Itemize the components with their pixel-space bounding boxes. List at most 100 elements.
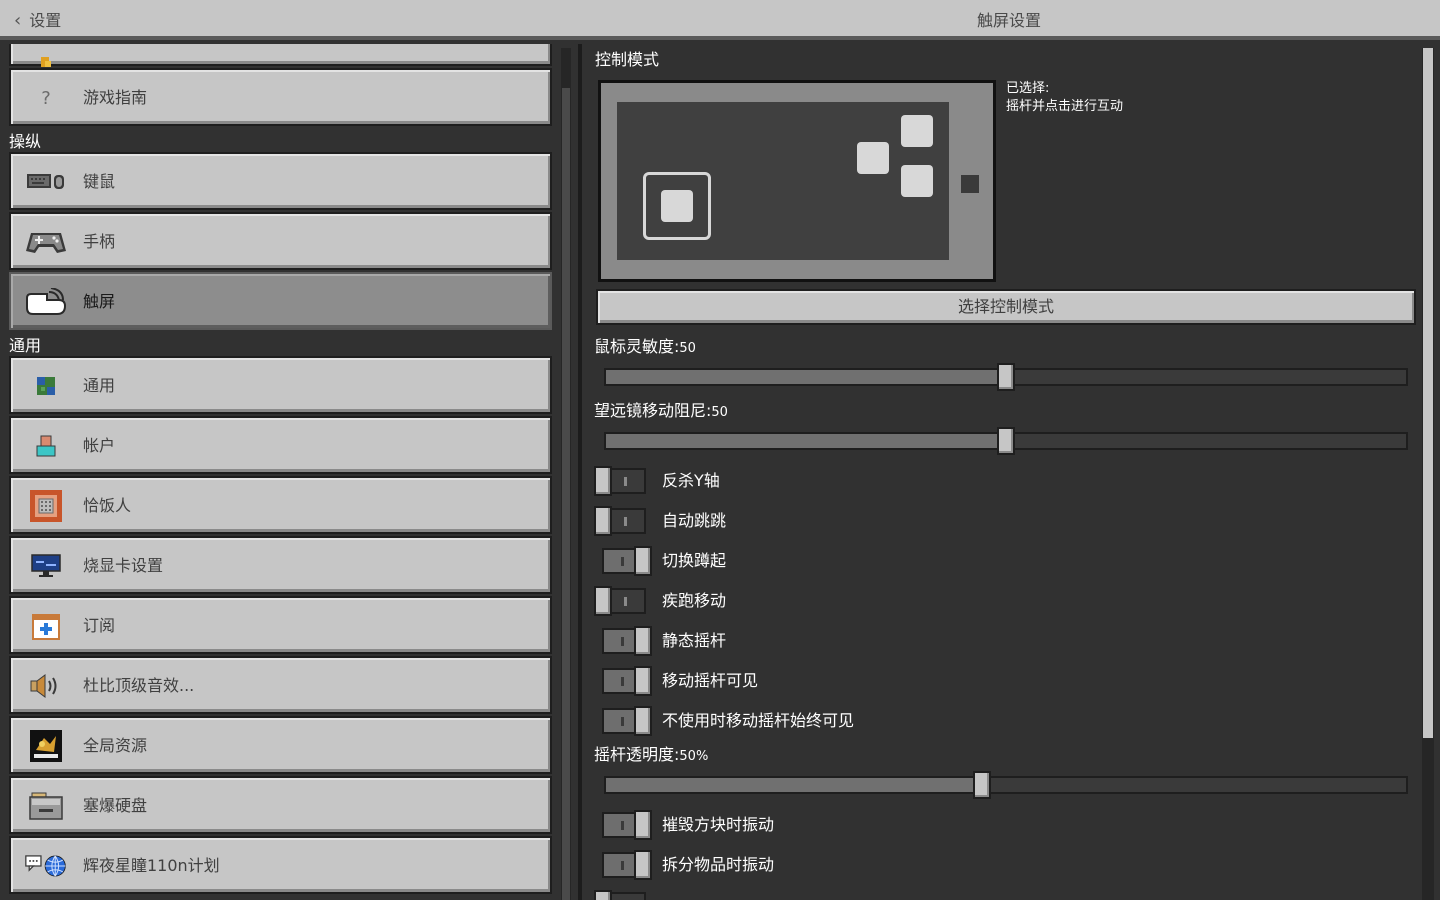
sidebar-item-localization[interactable]: 辉夜星瞳110n计划 xyxy=(9,836,552,894)
sprint-toggle[interactable] xyxy=(594,586,646,616)
sidebar-item-gamepad[interactable]: 手柄 xyxy=(9,212,552,270)
static-joystick-label: 静态摇杆 xyxy=(662,631,727,650)
sidebar-item-touch[interactable]: 触屏 xyxy=(9,272,552,330)
account-icon xyxy=(25,430,67,462)
slider-label-text: 望远镜移动阻尼: xyxy=(594,401,712,420)
sidebar-item-label: 通用 xyxy=(83,376,116,395)
slider-knob[interactable] xyxy=(973,771,991,799)
sidebar-item-audio[interactable]: 杜比顶级音效... xyxy=(9,656,552,714)
touch-settings-panel: 控制模式 已选择: 摇杆并点击进行互动 选择控制模式 鼠标灵敏度:50 望远镜移… xyxy=(582,44,1440,900)
toggle-indicator xyxy=(624,597,627,606)
slider-knob[interactable] xyxy=(997,363,1015,391)
toggle-thumb xyxy=(594,586,612,616)
touch-hand-icon xyxy=(25,286,67,318)
toggle-thumb xyxy=(634,626,652,656)
monitor-icon xyxy=(25,550,67,582)
sidebar-item-general[interactable]: 通用 xyxy=(9,356,552,414)
selected-mode-value: 摇杆并点击进行互动 xyxy=(1006,99,1124,114)
joystick-visible-toggle[interactable] xyxy=(602,666,652,696)
creator-icon xyxy=(25,490,67,522)
joystick-opacity-label: 摇杆透明度:50% xyxy=(594,745,708,767)
preview-home-button xyxy=(961,175,979,193)
selected-prefix: 已选择: xyxy=(1006,81,1050,96)
sidebar-item-subscription[interactable]: 订阅 xyxy=(9,596,552,654)
toggle-indicator xyxy=(621,637,624,646)
toggle-indicator xyxy=(621,821,624,830)
joystick-always-visible-toggle[interactable] xyxy=(602,706,652,736)
scrollbar-thumb[interactable] xyxy=(1423,48,1433,738)
toggle-crouch-label: 切换蹲起 xyxy=(662,551,727,570)
spyglass-damping-slider[interactable] xyxy=(604,427,1408,455)
vibrate-split-items-label: 拆分物品时振动 xyxy=(662,855,775,874)
control-mode-label: 控制模式 xyxy=(595,50,660,69)
toggle-crouch-toggle[interactable] xyxy=(602,546,652,576)
vibrate-break-block-toggle[interactable] xyxy=(602,810,652,840)
toggle-indicator xyxy=(621,557,624,566)
static-joystick-toggle[interactable] xyxy=(602,626,652,656)
sidebar-scrollbar[interactable] xyxy=(556,44,578,900)
slider-knob[interactable] xyxy=(997,427,1015,455)
slider-value-text: 50% xyxy=(679,749,709,764)
sidebar-item-creator[interactable]: 恰饭人 xyxy=(9,476,552,534)
sidebar-item-keyboard-mouse[interactable]: 键鼠 xyxy=(9,152,552,210)
slider-label-text: 摇杆透明度: xyxy=(594,745,680,764)
sidebar-item-label: 手柄 xyxy=(83,232,116,251)
slider-fill xyxy=(606,434,1006,448)
keyboard-mouse-icon xyxy=(25,166,67,198)
page-title: 触屏设置 xyxy=(976,11,1041,30)
slider-value-text: 50 xyxy=(679,341,696,356)
calendar-plus-icon xyxy=(25,610,67,642)
sidebar-item-label: 塞爆硬盘 xyxy=(83,796,148,815)
partial-toggle[interactable] xyxy=(594,890,646,900)
invert-y-toggle[interactable] xyxy=(594,466,646,496)
sidebar-item-account[interactable]: 帐户 xyxy=(9,416,552,474)
sidebar-item-label: 杜比顶级音效... xyxy=(83,676,195,695)
settings-scrollbar[interactable] xyxy=(1422,48,1434,900)
resource-pack-icon xyxy=(25,730,67,762)
joystick-opacity-slider[interactable] xyxy=(604,771,1408,799)
toggle-indicator xyxy=(621,717,624,726)
control-mode-preview xyxy=(598,80,996,282)
select-control-mode-button[interactable]: 选择控制模式 xyxy=(596,289,1416,325)
sidebar-item-label: 全局资源 xyxy=(83,736,148,755)
section-controls: 操纵 xyxy=(9,132,42,151)
sidebar-item-graphics[interactable]: 烧显卡设置 xyxy=(9,536,552,594)
preview-button-bottom xyxy=(901,165,933,197)
joystick-visible-label: 移动摇杆可见 xyxy=(662,671,759,690)
vibrate-break-block-label: 摧毁方块时振动 xyxy=(662,815,775,834)
spyglass-damping-label: 望远镜移动阻尼:50 xyxy=(594,401,728,423)
toggle-thumb xyxy=(594,506,612,536)
vibrate-split-items-toggle[interactable] xyxy=(602,850,652,880)
sidebar-item-partial[interactable] xyxy=(9,44,552,67)
auto-jump-toggle[interactable] xyxy=(594,506,646,536)
slider-value-text: 50 xyxy=(711,405,728,420)
language-globe-icon xyxy=(25,850,67,882)
joystick-always-visible-label: 不使用时移动摇杆始终可见 xyxy=(662,711,855,730)
toggle-thumb xyxy=(634,546,652,576)
sidebar-item-global-resources[interactable]: 全局资源 xyxy=(9,716,552,774)
mouse-sensitivity-slider[interactable] xyxy=(604,363,1408,391)
sidebar-item-label: 帐户 xyxy=(83,436,116,455)
selected-mode-info: 已选择: 摇杆并点击进行互动 xyxy=(1006,80,1123,116)
toggle-indicator xyxy=(624,477,627,486)
sidebar-item-storage[interactable]: 塞爆硬盘 xyxy=(9,776,552,834)
gamepad-icon xyxy=(25,226,67,258)
sidebar-item-label: 恰饭人 xyxy=(83,496,132,515)
globe-block-icon xyxy=(25,370,67,402)
toggle-thumb xyxy=(634,850,652,880)
toggle-indicator xyxy=(624,517,627,526)
sidebar-item-guide[interactable]: ? 游戏指南 xyxy=(9,68,552,126)
speaker-icon xyxy=(25,670,67,702)
scrollbar-thumb[interactable] xyxy=(562,88,570,900)
toggle-indicator xyxy=(621,861,624,870)
settings-sidebar: ? 游戏指南 操纵 键鼠 手柄 触屏 通用 通用 帐户 恰饭人 烧显卡设置 订阅… xyxy=(0,44,556,900)
auto-jump-label: 自动跳跳 xyxy=(662,511,727,530)
preview-screen xyxy=(617,102,949,260)
mouse-sensitivity-label: 鼠标灵敏度:50 xyxy=(594,337,696,359)
top-bar: ‹ 设置 触屏设置 xyxy=(0,0,1440,40)
toggle-thumb xyxy=(634,810,652,840)
section-general: 通用 xyxy=(9,336,42,355)
preview-button-left xyxy=(857,142,889,174)
sidebar-item-label: 键鼠 xyxy=(83,172,116,191)
question-icon: ? xyxy=(41,87,51,109)
